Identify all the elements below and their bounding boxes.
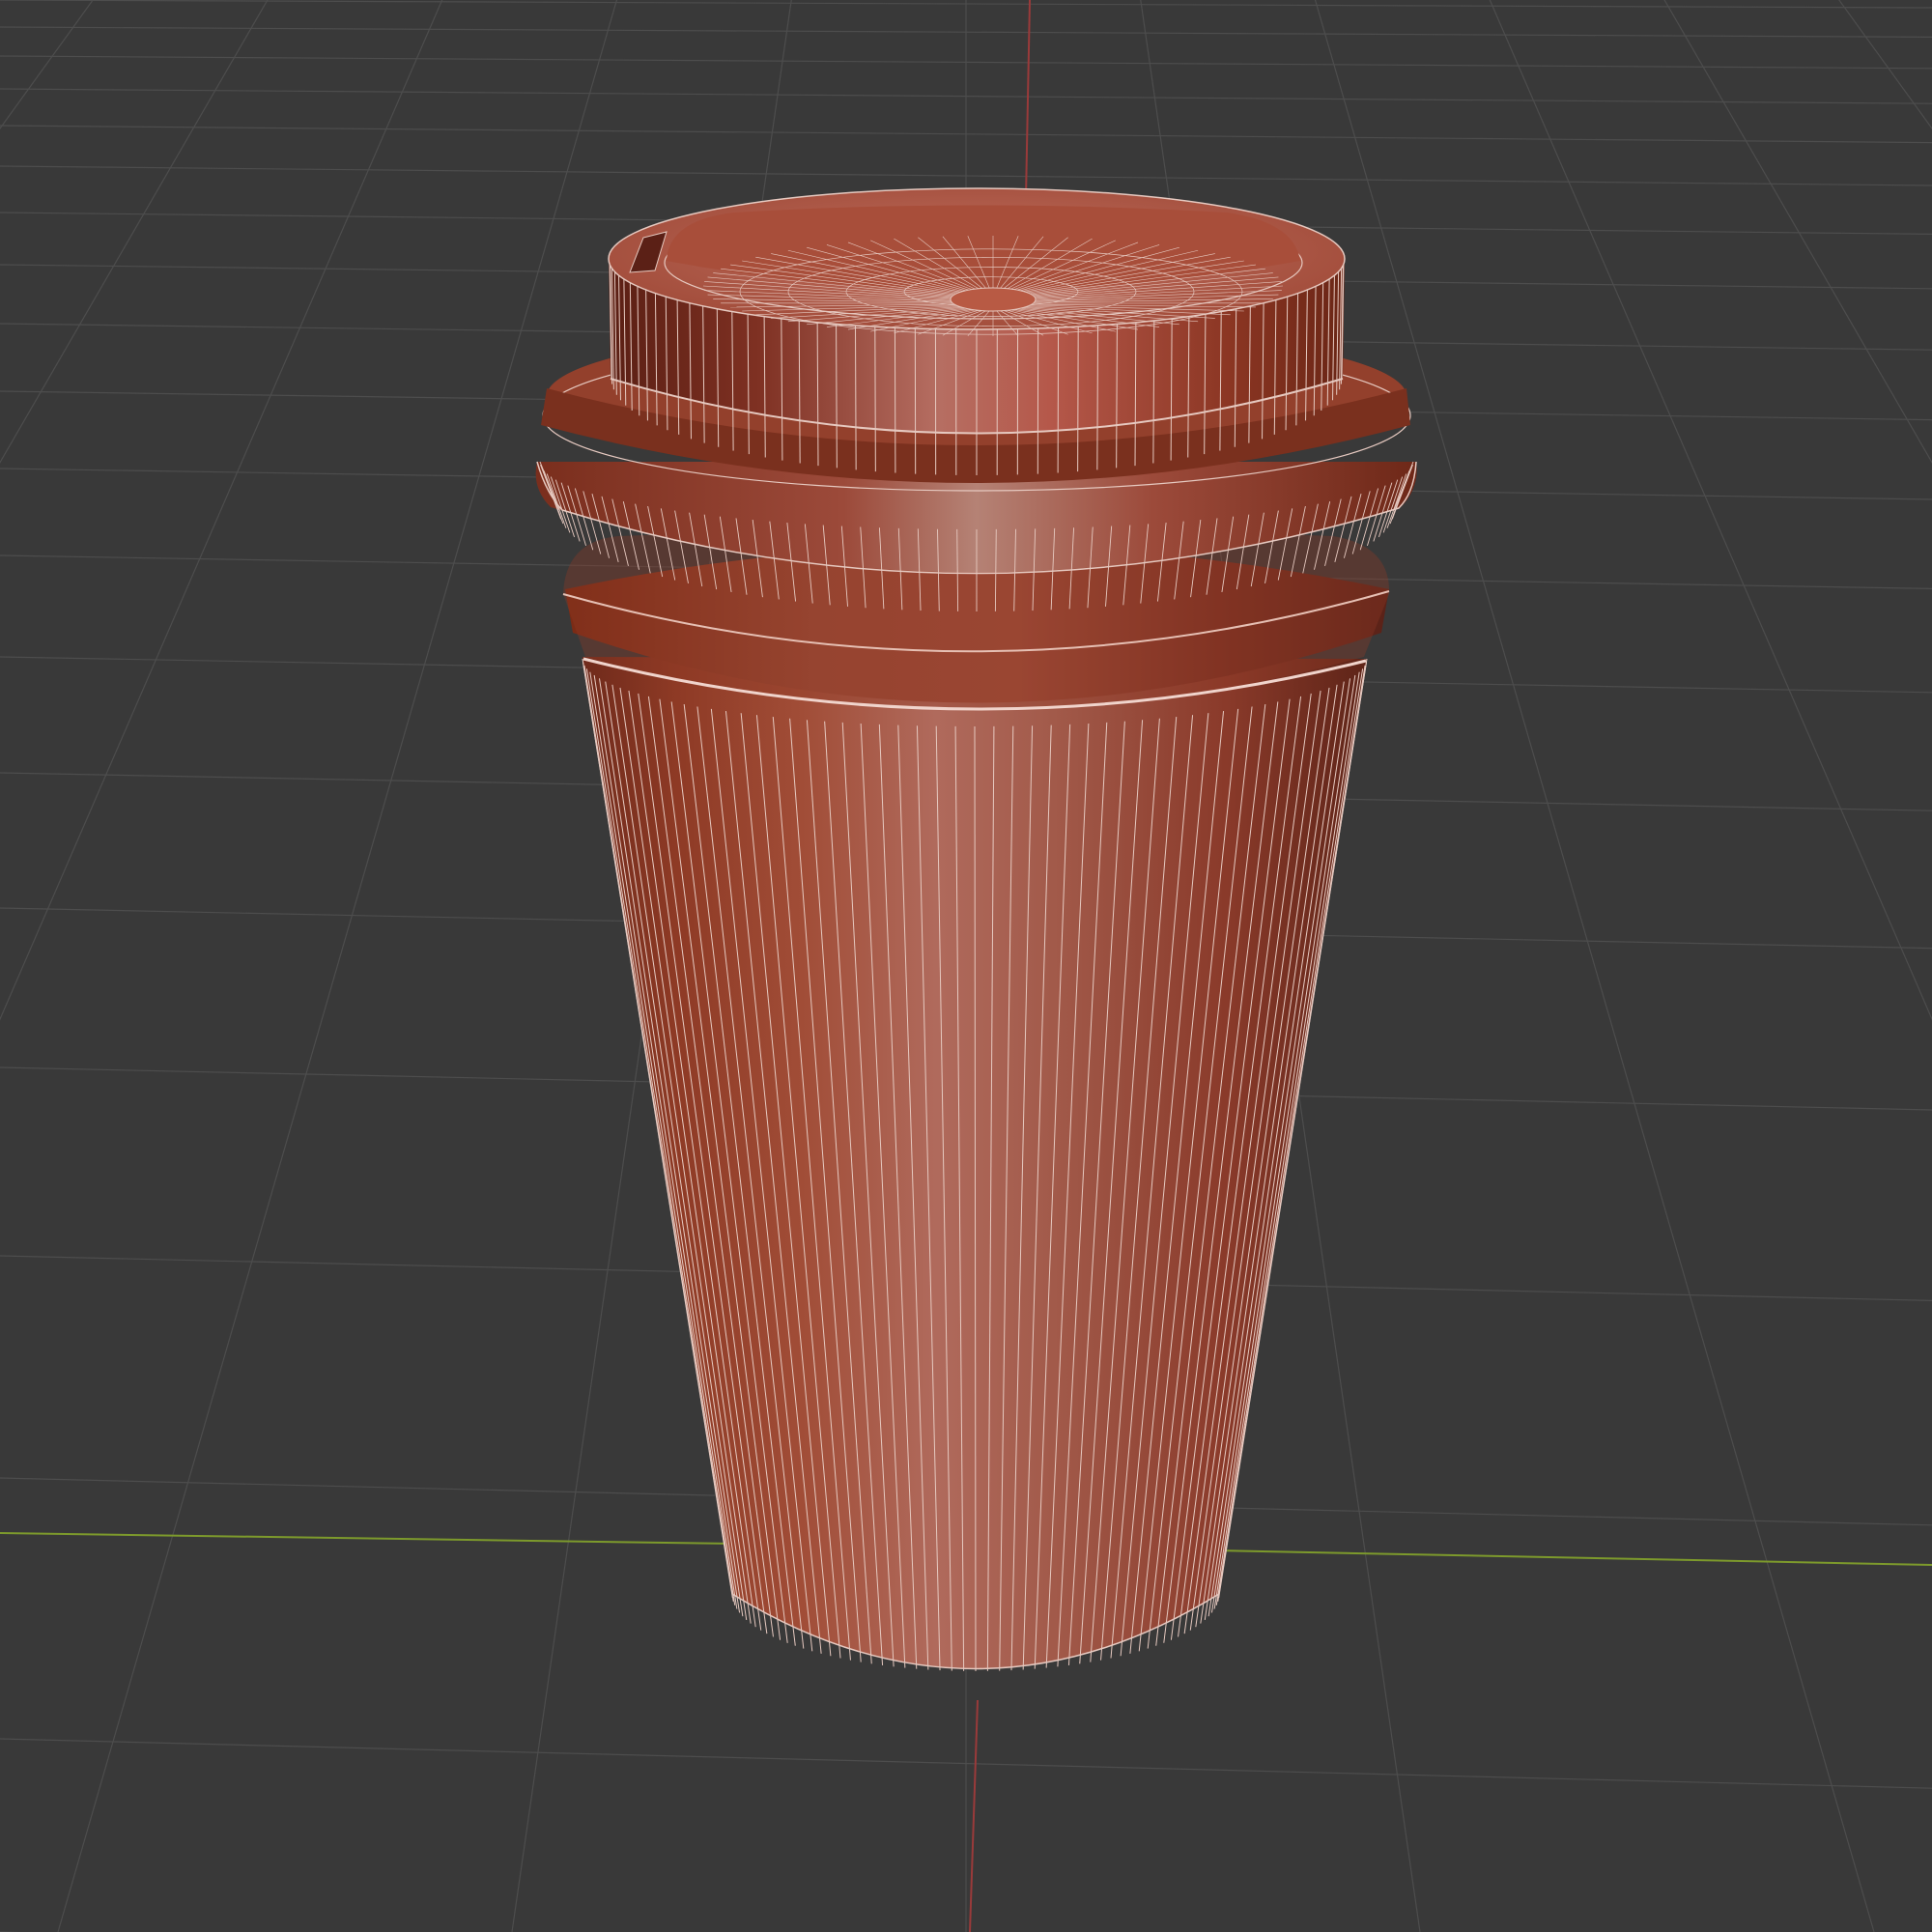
grid-line bbox=[1865, 0, 1932, 1932]
grid-line bbox=[0, 0, 312, 1932]
grid-line bbox=[1620, 0, 1932, 1932]
grid-line bbox=[1538, 0, 1932, 1932]
wire-edge bbox=[1077, 326, 1079, 472]
grid-line bbox=[1838, 0, 1932, 130]
3d-viewport[interactable] bbox=[0, 0, 1932, 1932]
wire-edge bbox=[1096, 324, 1099, 470]
grid-line bbox=[1663, 0, 1932, 464]
cup-model[interactable] bbox=[535, 187, 1417, 1672]
lid-center-disc bbox=[950, 287, 1037, 312]
x-axis-line bbox=[1211, 1549, 1932, 1566]
y-axis-line bbox=[1025, 0, 1031, 199]
grid-line bbox=[0, 0, 149, 1932]
grid-line bbox=[1783, 0, 1932, 1932]
y-axis-line bbox=[969, 1699, 979, 1932]
wire-edge bbox=[874, 326, 876, 472]
grid-line bbox=[0, 0, 94, 130]
grid-line bbox=[1457, 0, 1932, 1932]
grid-line bbox=[0, 0, 67, 1932]
x-axis-line bbox=[0, 1532, 735, 1545]
grid-line bbox=[0, 0, 394, 1932]
wire-edge bbox=[854, 324, 857, 470]
grid-line bbox=[0, 0, 231, 1932]
grid-line bbox=[0, 0, 269, 464]
grid-line bbox=[0, 0, 475, 1932]
grid-line bbox=[1701, 0, 1932, 1932]
